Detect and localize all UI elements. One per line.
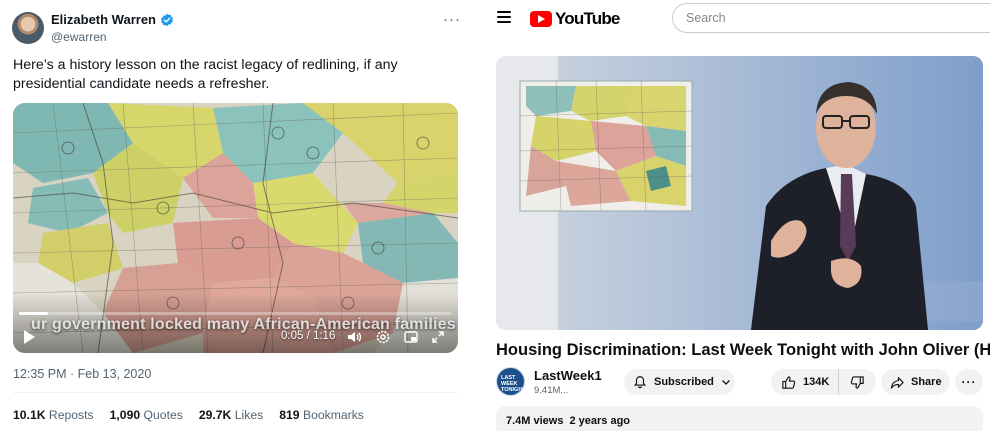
- author-name[interactable]: Elizabeth Warren: [51, 12, 156, 27]
- thumbs-up-icon: [782, 375, 796, 389]
- author-name-row[interactable]: Elizabeth Warren: [51, 12, 174, 27]
- tweet-stats: 10.1K Reposts 1,090 Quotes 29.7K Likes 8…: [13, 408, 364, 422]
- upload-age: 2 years ago: [569, 415, 631, 427]
- more-actions-button[interactable]: ···: [955, 369, 983, 395]
- share-icon: [890, 376, 904, 389]
- more-options-button[interactable]: ···: [443, 11, 461, 28]
- video-time: 0:05 / 1:16: [281, 330, 336, 342]
- video-controls: 0:05 / 1:16: [13, 325, 458, 351]
- tweet-video-player[interactable]: ur government locked many African-Americ…: [13, 103, 458, 353]
- youtube-logo-text: YouTube: [555, 9, 620, 28]
- channel-avatar[interactable]: LAST WEEK TONIGHT: [496, 367, 525, 396]
- video-title: Housing Discrimination: Last Week Tonigh…: [496, 341, 990, 359]
- view-count: 7.4M views: [506, 415, 564, 427]
- video-progress-bar[interactable]: [19, 312, 452, 315]
- chevron-down-icon: [721, 380, 730, 385]
- fullscreen-icon[interactable]: [430, 329, 446, 345]
- tweet-card: Elizabeth Warren @ewarren ··· Here’s a h…: [0, 0, 472, 431]
- like-dislike-group: 134K: [771, 369, 876, 395]
- description-box[interactable]: 7.4M views 2 years ago: [496, 406, 983, 431]
- verified-badge-icon: [161, 13, 173, 26]
- bell-icon: [634, 376, 646, 389]
- youtube-video-player[interactable]: [496, 56, 983, 330]
- stat-reposts[interactable]: 10.1K Reposts: [13, 408, 94, 422]
- tweet-text: Here’s a history lesson on the racist le…: [13, 57, 398, 92]
- channel-avatar-text: LAST WEEK TONIGHT: [501, 375, 525, 393]
- thumbs-down-icon: [850, 375, 864, 389]
- author-avatar[interactable]: [12, 12, 44, 44]
- video-frame: [496, 56, 983, 330]
- tweet-timestamp[interactable]: 12:35 PM · Feb 13, 2020: [13, 367, 151, 381]
- subscribe-label: Subscribed: [654, 376, 714, 388]
- like-button[interactable]: 134K: [771, 369, 839, 395]
- youtube-play-logo-icon: [530, 11, 552, 27]
- share-label: Share: [911, 376, 942, 388]
- volume-icon[interactable]: [346, 329, 362, 345]
- channel-subscribers: 9.41M...: [534, 385, 569, 396]
- like-count: 134K: [803, 376, 830, 388]
- play-icon[interactable]: [24, 330, 35, 344]
- settings-icon[interactable]: [375, 329, 391, 345]
- author-handle[interactable]: @ewarren: [51, 30, 107, 44]
- menu-icon[interactable]: [497, 11, 511, 23]
- stat-bookmarks[interactable]: 819 Bookmarks: [279, 408, 364, 422]
- subscribe-button[interactable]: Subscribed: [624, 369, 735, 395]
- youtube-panel: YouTube Search Housing Discrimination: L…: [490, 0, 990, 431]
- share-button[interactable]: Share: [881, 369, 950, 395]
- stat-quotes[interactable]: 1,090 Quotes: [110, 408, 183, 422]
- video-progress-fill: [19, 312, 48, 315]
- divider: [13, 392, 458, 393]
- search-input[interactable]: Search: [672, 3, 990, 33]
- dislike-button[interactable]: [839, 369, 876, 395]
- pip-icon[interactable]: [403, 329, 419, 345]
- stat-likes[interactable]: 29.7K Likes: [199, 408, 263, 422]
- channel-name[interactable]: LastWeek1: [534, 368, 602, 383]
- youtube-logo[interactable]: YouTube: [530, 9, 620, 29]
